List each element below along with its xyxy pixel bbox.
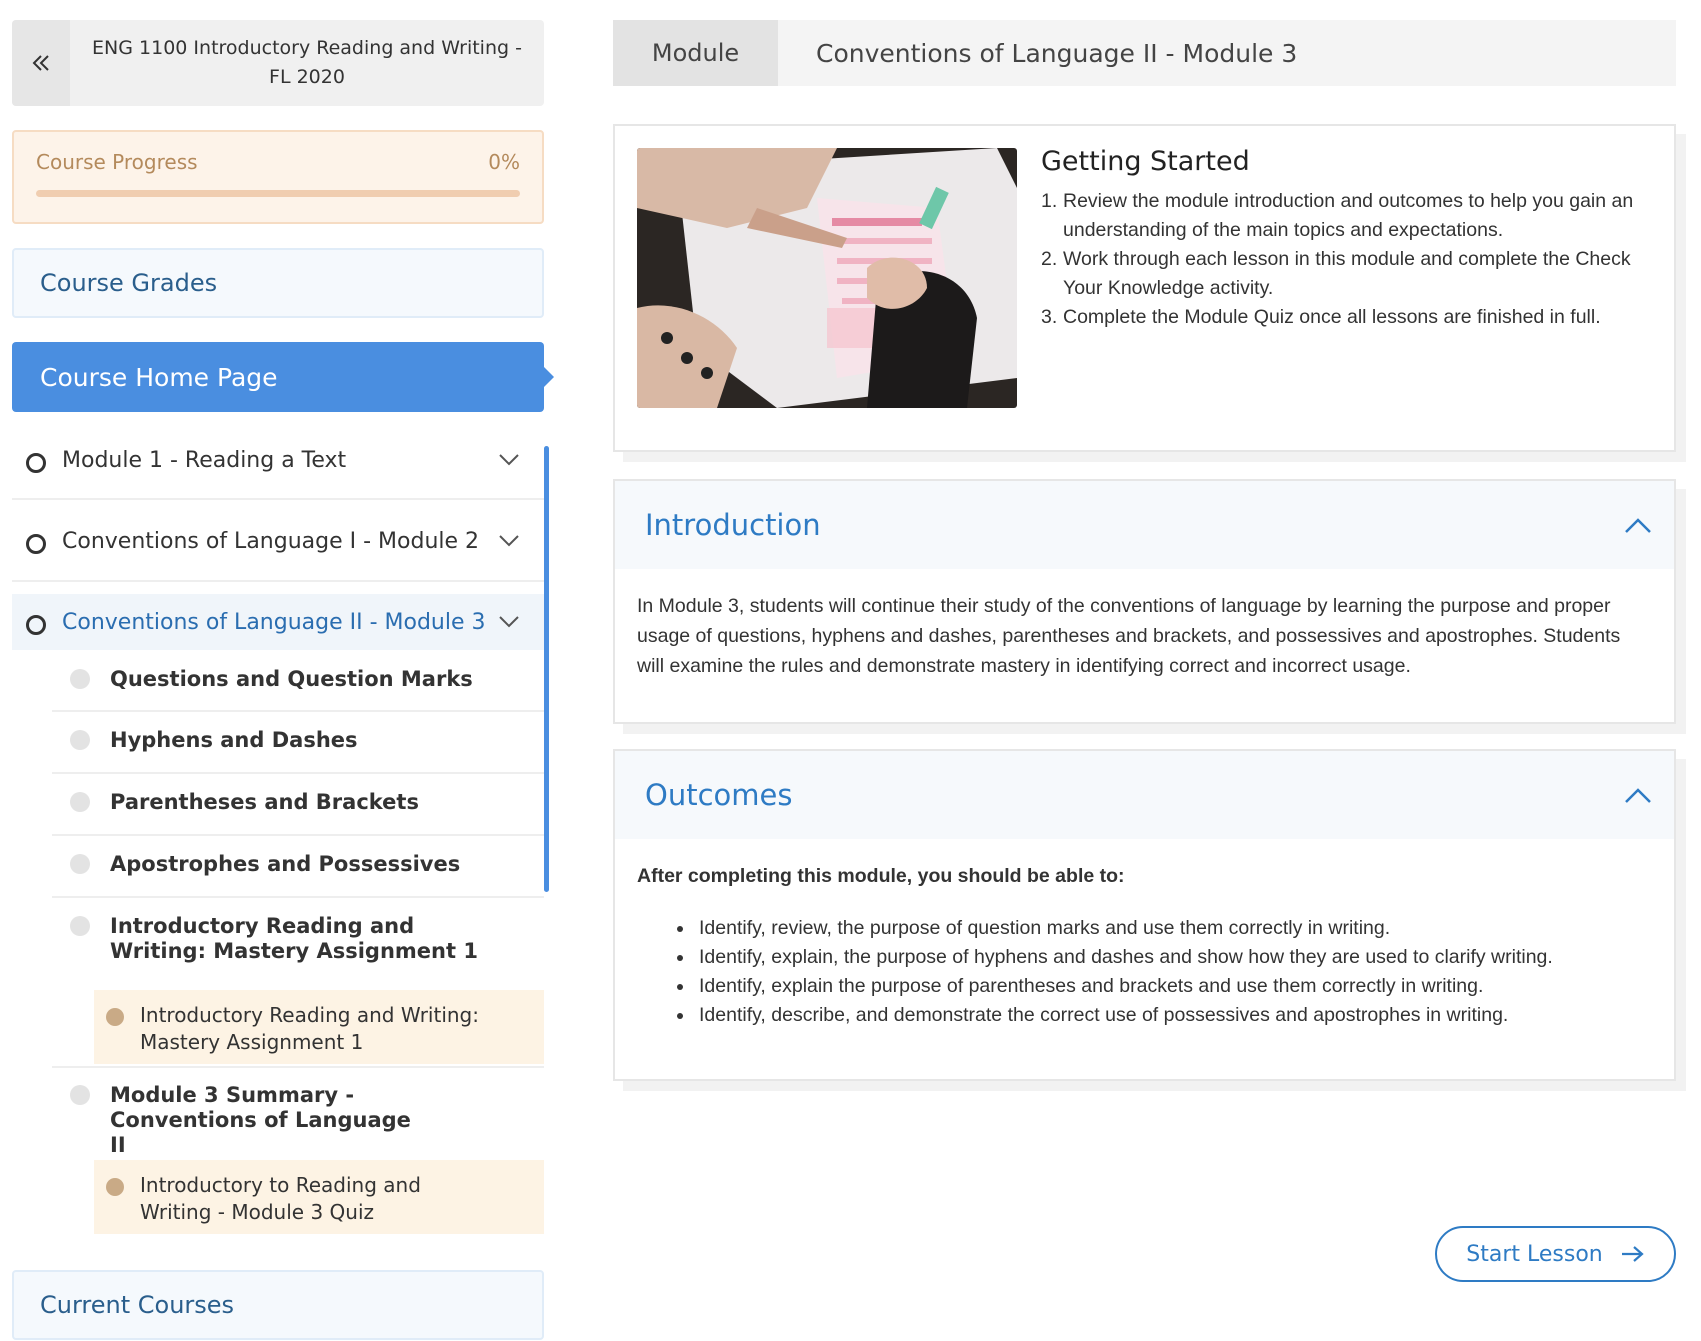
introduction-card: Introduction In Module 3, students will … (613, 479, 1676, 724)
outcomes-list: Identify, review, the purpose of questio… (637, 914, 1652, 1030)
lesson-item[interactable]: Introductory Reading and Writing: Master… (52, 914, 492, 964)
status-ring-icon (26, 453, 46, 473)
chevron-up-icon[interactable] (1624, 786, 1652, 804)
getting-started-title: Getting Started (1041, 146, 1250, 177)
outcomes-body: After completing this module, you should… (615, 839, 1674, 1030)
module-label: Module 1 - Reading a Text (62, 447, 347, 473)
getting-started-list: 1. Review the module introduction and out… (1041, 187, 1634, 332)
progress-bar (36, 190, 520, 197)
list-item: 1. Review the module introduction and out… (1041, 190, 1634, 241)
section-title: Introduction (645, 508, 821, 542)
divider (12, 498, 544, 500)
lesson-label: Apostrophes and Possessives (110, 852, 461, 876)
sidebar-scrollbar[interactable] (544, 446, 549, 892)
lesson-label: Module 3 Summary - Conventions of Langua… (110, 1083, 411, 1157)
arrow-right-icon (1621, 1246, 1644, 1262)
course-title: ENG 1100 Introductory Reading and Writin… (92, 37, 522, 88)
current-courses-link[interactable]: Current Courses (12, 1270, 544, 1340)
course-header: ENG 1100 Introductory Reading and Writin… (12, 20, 544, 106)
lesson-item[interactable]: Apostrophes and Possessives (52, 852, 544, 877)
section-title: Outcomes (645, 778, 793, 812)
chevron-down-icon[interactable] (496, 447, 522, 473)
getting-started-body: Getting Started 1. Review the module intr… (1041, 146, 1634, 332)
module-image (637, 148, 1017, 408)
introduction-toggle[interactable]: Introduction (615, 481, 1674, 569)
chevron-up-icon[interactable] (1624, 516, 1652, 534)
outcomes-toggle[interactable]: Outcomes (615, 751, 1674, 839)
list-item: Identify, review, the purpose of questio… (677, 914, 1652, 943)
start-lesson-button[interactable]: Start Lesson (1435, 1226, 1676, 1282)
course-progress: Course Progress 0% (12, 130, 544, 224)
list-item: 2. Work through each lesson in this modul… (1041, 248, 1631, 299)
list-item: Identify, explain the purpose of parenth… (677, 972, 1652, 1001)
divider (52, 710, 544, 712)
status-dot-icon (70, 854, 90, 874)
status-dot-icon (106, 1178, 124, 1196)
chevron-down-icon[interactable] (496, 609, 522, 635)
lesson-label: Questions and Question Marks (110, 667, 473, 691)
page-title: Conventions of Language II - Module 3 (816, 38, 1298, 68)
course-home-page-link[interactable]: Course Home Page (12, 342, 554, 412)
list-item: Identify, describe, and demonstrate the … (677, 1001, 1652, 1030)
module-label: Conventions of Language II - Module 3 (62, 609, 486, 635)
lesson-item[interactable]: Module 3 Summary - Conventions of Langua… (52, 1083, 412, 1158)
quiz-item[interactable]: Introductory Reading and Writing: Master… (94, 990, 544, 1064)
start-lesson-label: Start Lesson (1466, 1241, 1603, 1267)
divider (52, 1066, 544, 1068)
divider (52, 772, 544, 774)
status-ring-icon (26, 534, 46, 554)
list-item: 3. Complete the Module Quiz once all less… (1041, 306, 1601, 328)
module-item-2[interactable]: Conventions of Language I - Module 2 (12, 513, 544, 569)
lesson-item[interactable]: Parentheses and Brackets (52, 790, 544, 815)
course-grades-link[interactable]: Course Grades (12, 248, 544, 318)
progress-label: Course Progress (36, 150, 198, 174)
module-label: Conventions of Language I - Module 2 (62, 528, 480, 554)
module-tab[interactable]: Module (613, 20, 778, 86)
getting-started-card: Getting Started 1. Review the module intr… (613, 124, 1676, 452)
lesson-label: Hyphens and Dashes (110, 728, 358, 752)
quiz-label: Introductory Reading and Writing: Master… (140, 1003, 479, 1054)
divider (12, 580, 544, 582)
divider (52, 896, 544, 898)
introduction-text: In Module 3, students will continue thei… (637, 595, 1621, 677)
status-ring-icon (26, 615, 46, 635)
divider (52, 834, 544, 836)
module-item-1[interactable]: Module 1 - Reading a Text (12, 432, 544, 488)
status-dot-icon (70, 1085, 90, 1105)
lesson-item[interactable]: Questions and Question Marks (52, 667, 544, 692)
status-dot-icon (70, 730, 90, 750)
status-dot-icon (106, 1008, 124, 1026)
status-dot-icon (70, 669, 90, 689)
status-dot-icon (70, 792, 90, 812)
collapse-sidebar-button[interactable] (12, 20, 70, 106)
status-dot-icon (70, 916, 90, 936)
lesson-label: Introductory Reading and Writing: Master… (110, 914, 478, 963)
quiz-item[interactable]: Introductory to Reading and Writing - Mo… (94, 1160, 544, 1234)
double-chevron-left-icon (32, 55, 49, 71)
progress-value: 0% (488, 150, 520, 174)
module-item-3[interactable]: Conventions of Language II - Module 3 (12, 594, 544, 650)
quiz-label: Introductory to Reading and Writing - Mo… (140, 1173, 421, 1224)
list-item: Identify, explain, the purpose of hyphen… (677, 943, 1652, 972)
lesson-label: Parentheses and Brackets (110, 790, 419, 814)
module-header: Module Conventions of Language II - Modu… (613, 20, 1676, 86)
outcomes-card: Outcomes After completing this module, y… (613, 749, 1676, 1081)
lesson-item[interactable]: Hyphens and Dashes (52, 728, 544, 753)
chevron-down-icon[interactable] (496, 528, 522, 554)
outcomes-lead: After completing this module, you should… (637, 865, 1125, 887)
